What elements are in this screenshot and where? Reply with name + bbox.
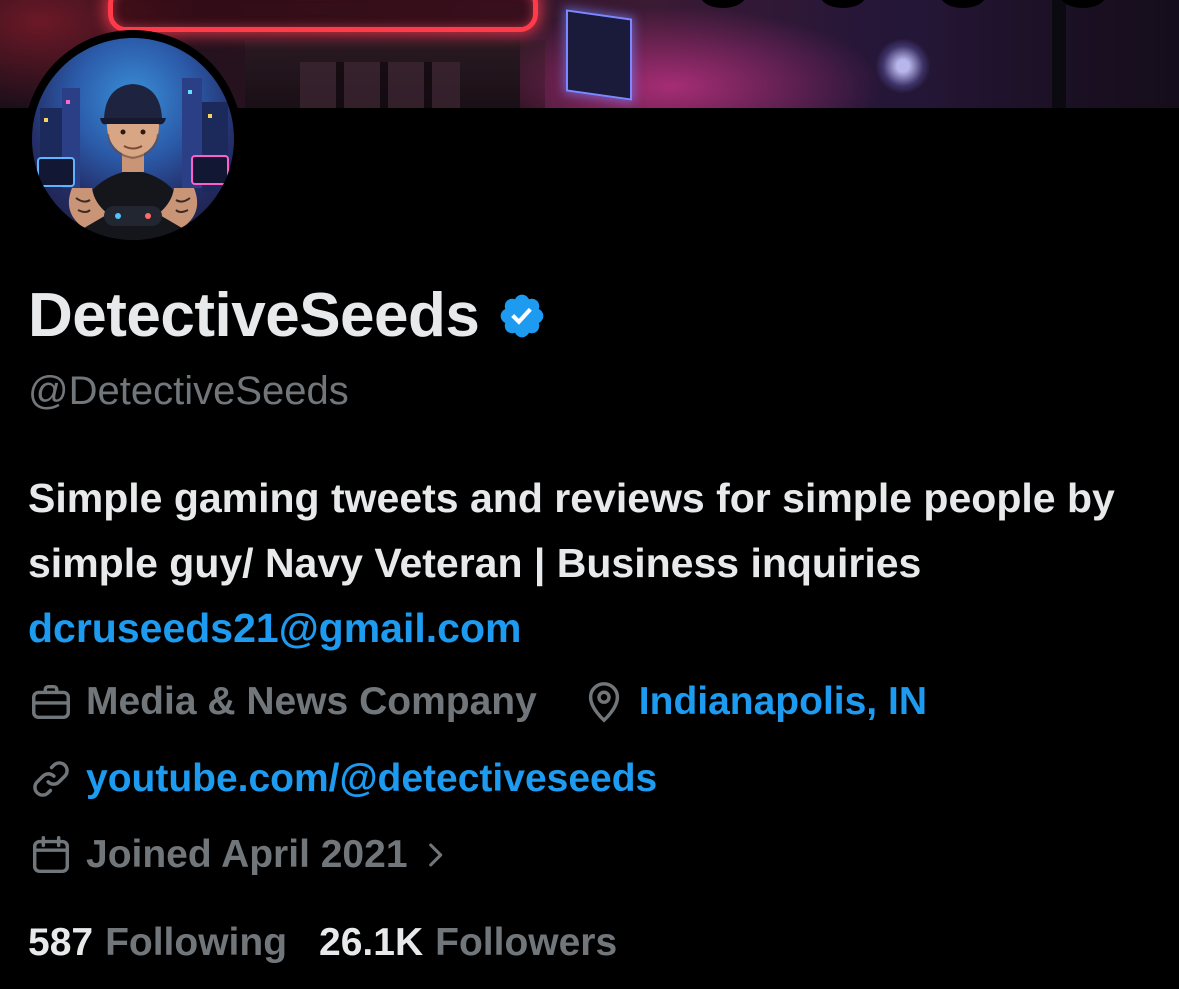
profile-website-row: youtube.com/@detectiveseeds (28, 754, 657, 804)
following-label: Following (105, 921, 288, 964)
briefcase-icon (32, 684, 70, 720)
chevron-right-icon[interactable] (418, 838, 452, 872)
profile-meta-row: Media & News Company Indianapolis, IN (28, 677, 927, 727)
profile-joined-row[interactable]: Joined April 2021 (28, 830, 452, 880)
profile-category: Media & News Company (86, 680, 537, 723)
location-group: Indianapolis, IN (581, 677, 927, 727)
avatar-illustration (37, 78, 229, 240)
banner-windows (300, 62, 460, 108)
bio-text: Simple gaming tweets and reviews for sim… (28, 475, 1115, 586)
profile-stats: 587 Following 26.1K Followers (28, 918, 617, 968)
following-count: 587 (28, 921, 94, 964)
name-row: DetectiveSeeds (28, 280, 547, 352)
bio-email-link[interactable]: dcruseeds21@gmail.com (28, 605, 521, 651)
followers-label: Followers (435, 921, 618, 964)
profile-joined-date: Joined April 2021 (86, 833, 408, 876)
user-handle: @DetectiveSeeds (28, 369, 349, 413)
following-link[interactable]: 587 Following (28, 918, 287, 968)
banner-pole (1052, 0, 1066, 108)
display-name: DetectiveSeeds (28, 281, 480, 350)
banner-street-sign (566, 9, 632, 101)
verified-badge-icon[interactable] (497, 291, 547, 341)
followers-count: 26.1K (319, 921, 424, 964)
profile-bio: Simple gaming tweets and reviews for sim… (28, 466, 1148, 661)
location-pin-icon (588, 682, 619, 723)
followers-link[interactable]: 26.1K Followers (319, 918, 617, 968)
calendar-icon (32, 836, 70, 874)
banner-neon-sign (108, 0, 538, 32)
profile-website-link[interactable]: youtube.com/@detectiveseeds (86, 754, 657, 804)
link-icon (33, 761, 69, 797)
profile-avatar[interactable] (24, 30, 242, 248)
banner-street-lamp (868, 36, 938, 96)
profile-location[interactable]: Indianapolis, IN (639, 677, 927, 727)
avatar-image (32, 38, 234, 240)
